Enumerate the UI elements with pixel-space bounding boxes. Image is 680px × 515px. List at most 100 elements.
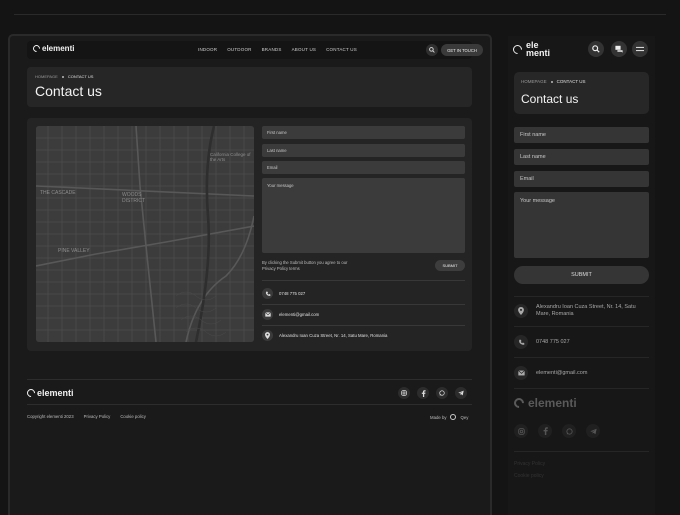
map-label-woods: WOODS DISTRICT: [122, 192, 146, 204]
nav-links: INDOOR OUTDOOR BRANDS ABOUT US CONTACT U…: [198, 47, 357, 52]
cookie-policy-link[interactable]: Cookie policy: [120, 414, 146, 419]
whatsapp-icon[interactable]: [436, 387, 448, 399]
page-header: HOMEPAGE CONTACT US Contact us: [27, 67, 472, 107]
first-name-field[interactable]: First name: [262, 126, 465, 139]
instagram-icon[interactable]: [398, 387, 410, 399]
nav-link-contact[interactable]: CONTACT US: [326, 47, 357, 52]
mobile-privacy-link[interactable]: Privacy Policy: [514, 461, 545, 467]
mobile-email-field[interactable]: Email: [514, 171, 649, 187]
made-by-label: Made by: [430, 414, 447, 420]
mobile-preview: ele menti HOMEPAGE CONTACT US Contact us…: [508, 36, 655, 515]
location-pin-icon: [514, 304, 528, 318]
mail-icon: [514, 366, 528, 380]
mobile-page-header: HOMEPAGE CONTACT US Contact us: [514, 72, 649, 114]
divider: [514, 326, 649, 327]
top-divider: [14, 14, 666, 15]
mobile-contact-phone[interactable]: 0748 775 027: [514, 335, 570, 349]
mobile-chat-button[interactable]: [611, 41, 627, 57]
breadcrumb-home[interactable]: HOMEPAGE: [521, 79, 547, 84]
desktop-preview: elementi INDOOR OUTDOOR BRANDS ABOUT US …: [10, 36, 490, 515]
nav-link-brands[interactable]: BRANDS: [262, 47, 282, 52]
contact-card: THE CASCADE WOODS DISTRICT PINE VALLEY C…: [27, 118, 472, 351]
breadcrumb-current: CONTACT US: [556, 79, 586, 84]
search-icon: [592, 45, 600, 53]
contact-phone[interactable]: 0748 775 027: [262, 288, 305, 299]
contact-email[interactable]: elementi@gmail.com: [262, 309, 319, 320]
footer-brand-name: elementi: [37, 388, 74, 398]
facebook-icon[interactable]: [417, 387, 429, 399]
mobile-first-name-field[interactable]: First name: [514, 127, 649, 143]
address-text: Alexandru Ioan Cuza Street, Nr. 14, Satu…: [279, 333, 388, 338]
message-field[interactable]: Your message: [262, 178, 465, 253]
breadcrumb-separator-icon: [550, 80, 553, 83]
email-text: elementi@gmail.com: [279, 312, 320, 317]
brand-logo[interactable]: elementi: [31, 43, 75, 54]
mobile-brand-line2: menti: [526, 48, 551, 58]
mobile-email-text: elementi@gmail.com: [536, 369, 588, 376]
logo-mark-icon: [25, 387, 37, 399]
nav-link-outdoor[interactable]: OUTDOOR: [227, 47, 251, 52]
mobile-message-field[interactable]: Your message: [514, 192, 649, 258]
hamburger-icon: [636, 46, 644, 52]
studio-name[interactable]: Qey: [460, 415, 468, 420]
divider: [262, 325, 465, 326]
submit-button[interactable]: SUBMIT: [435, 260, 465, 271]
mobile-phone-text: 0748 775 027: [536, 338, 570, 345]
phone-text: 0748 775 027: [279, 291, 306, 296]
brand-name: elementi: [42, 44, 75, 53]
get-in-touch-button[interactable]: GET IN TOUCH: [441, 44, 483, 56]
location-map[interactable]: THE CASCADE WOODS DISTRICT PINE VALLEY C…: [36, 126, 254, 342]
mobile-address-text: Alexandru Ioan Cuza Street, Nr. 14, Satu…: [536, 304, 636, 317]
telegram-icon[interactable]: [586, 424, 600, 438]
facebook-icon[interactable]: [538, 424, 552, 438]
logo-mark-icon: [511, 42, 524, 56]
telegram-icon[interactable]: [455, 387, 467, 399]
divider: [514, 296, 649, 297]
divider: [514, 451, 649, 452]
email-field[interactable]: Email: [262, 161, 465, 174]
privacy-policy-link[interactable]: Privacy Policy: [84, 414, 111, 419]
chat-icon: [615, 45, 623, 53]
mail-icon: [262, 309, 273, 320]
page-title: Contact us: [35, 83, 102, 99]
footer-divider: [27, 379, 472, 380]
map-label-pine-valley: PINE VALLEY: [58, 248, 90, 254]
mobile-footer-brand-name: elementi: [528, 396, 577, 410]
divider: [514, 388, 649, 389]
mobile-footer-logo[interactable]: elementi: [511, 395, 577, 411]
contact-address[interactable]: Alexandru Ioan Cuza Street, Nr. 14, Satu…: [262, 330, 387, 341]
studio-logo-icon: [450, 414, 457, 420]
mobile-contact-email[interactable]: elementi@gmail.com: [514, 366, 587, 380]
nav-link-about[interactable]: ABOUT US: [292, 47, 317, 52]
instagram-icon[interactable]: [514, 424, 528, 438]
mobile-page-title: Contact us: [521, 92, 579, 106]
mobile-brand-logo[interactable]: ele menti: [511, 41, 551, 58]
navbar: elementi INDOOR OUTDOOR BRANDS ABOUT US …: [27, 41, 483, 59]
whatsapp-icon[interactable]: [562, 424, 576, 438]
copyright-text: Copyright elementi 2023: [27, 414, 74, 419]
mobile-cookie-link[interactable]: Cookie policy: [514, 473, 544, 479]
divider: [514, 357, 649, 358]
location-pin-icon: [262, 330, 273, 341]
mobile-menu-button[interactable]: [632, 41, 648, 57]
logo-mark-icon: [511, 395, 527, 411]
mobile-search-button[interactable]: [588, 41, 604, 57]
mobile-navbar: ele menti: [508, 36, 655, 63]
divider: [262, 304, 465, 305]
breadcrumb-separator-icon: [61, 75, 64, 78]
mobile-submit-button[interactable]: SUBMIT: [514, 266, 649, 284]
footer-divider-bottom: [27, 404, 472, 405]
breadcrumb: HOMEPAGE CONTACT US: [35, 74, 93, 79]
footer-logo[interactable]: elementi: [25, 387, 74, 399]
breadcrumb-home[interactable]: HOMEPAGE: [35, 74, 58, 79]
phone-icon: [514, 335, 528, 349]
mobile-contact-address[interactable]: Alexandru Ioan Cuza Street, Nr. 14, Satu…: [514, 304, 641, 318]
last-name-field[interactable]: Last name: [262, 144, 465, 157]
mobile-brand-name: ele menti: [526, 41, 551, 58]
nav-link-indoor[interactable]: INDOOR: [198, 47, 217, 52]
made-by: Made by Qey: [430, 414, 468, 420]
footer-legal: Copyright elementi 2023 Privacy Policy C…: [27, 414, 146, 419]
logo-mark-icon: [31, 43, 42, 54]
search-button[interactable]: [426, 44, 438, 56]
mobile-last-name-field[interactable]: Last name: [514, 149, 649, 165]
